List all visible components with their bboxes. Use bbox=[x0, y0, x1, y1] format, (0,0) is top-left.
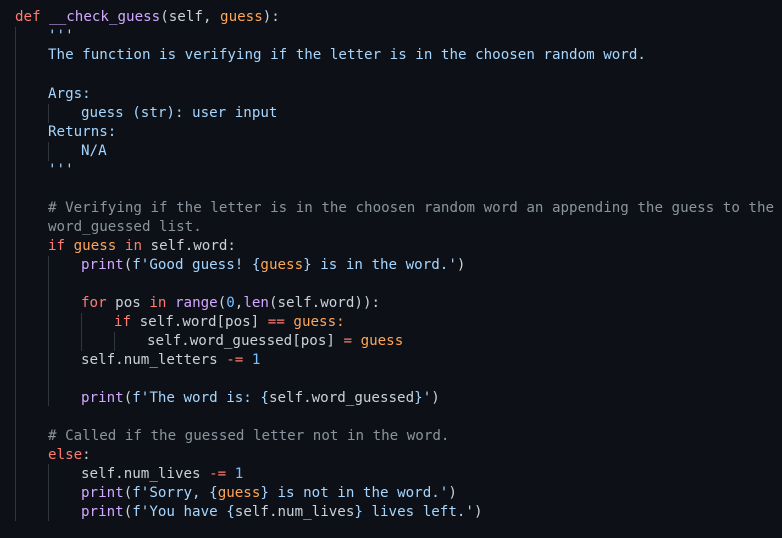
punctuation: ): bbox=[262, 9, 280, 25]
identifier: (self.word) bbox=[268, 295, 363, 311]
code-line: else: bbox=[48, 446, 91, 465]
string: { bbox=[226, 504, 235, 520]
docstring-args: Args: bbox=[48, 86, 91, 102]
identifier: pos bbox=[115, 295, 141, 311]
code-line: print(f'Good guess! {guess} is in the wo… bbox=[81, 256, 465, 275]
variable: guess bbox=[260, 257, 304, 273]
builtin: print bbox=[81, 485, 124, 501]
code-line: print(f'Sorry, {guess} is not in the wor… bbox=[81, 484, 457, 503]
punctuation: ( bbox=[217, 295, 227, 311]
keyword: if bbox=[114, 314, 132, 330]
string: { bbox=[260, 390, 269, 406]
comment: # Called if the guessed letter not in th… bbox=[48, 428, 450, 444]
string: is not in the word.' bbox=[268, 485, 449, 501]
builtin: len bbox=[243, 295, 269, 311]
keyword: else bbox=[48, 447, 83, 463]
punctuation: ): bbox=[362, 295, 381, 311]
operator: == bbox=[267, 314, 285, 330]
string: } bbox=[354, 504, 363, 520]
comment: # Verifying if the letter is in the choo… bbox=[48, 200, 775, 216]
code-line: self.word_guessed[pos] = guess bbox=[147, 332, 403, 351]
identifier: self.word[pos] bbox=[139, 314, 260, 330]
code-line: print(f'You have {self.num_lives} lives … bbox=[81, 503, 483, 522]
code-editor[interactable]: def __check_guess(self, guess): ''' The … bbox=[0, 0, 782, 538]
number: 1 bbox=[234, 466, 244, 482]
variable: guess bbox=[73, 238, 117, 254]
identifier: self.num_letters bbox=[81, 352, 218, 368]
identifier: self.word_guessed bbox=[268, 390, 415, 406]
number: 1 bbox=[251, 352, 261, 368]
punctuation: ( bbox=[123, 485, 133, 501]
docstring-line: The function is verifying if the letter … bbox=[48, 47, 646, 63]
docstring-arg-guess: guess (str): user input bbox=[81, 105, 278, 121]
string: } bbox=[303, 257, 312, 273]
string: } bbox=[260, 485, 269, 501]
punctuation: ( bbox=[160, 9, 169, 25]
docstring-returns: Returns: bbox=[48, 124, 117, 140]
variable: guess: bbox=[293, 314, 345, 330]
indent-guide bbox=[114, 332, 115, 351]
docstring-close: ''' bbox=[48, 162, 74, 178]
string: { bbox=[209, 485, 218, 501]
variable: guess bbox=[217, 485, 261, 501]
string: f'You have bbox=[132, 504, 227, 520]
function-name: __check_guess bbox=[49, 9, 161, 25]
identifier: self.word_guessed[pos] bbox=[147, 333, 335, 349]
keyword: def bbox=[15, 9, 41, 25]
docstring-open: ''' bbox=[48, 28, 74, 44]
keyword: for bbox=[81, 295, 107, 311]
indent-guide bbox=[48, 104, 49, 123]
builtin: print bbox=[81, 390, 124, 406]
indent-guide bbox=[48, 464, 49, 521]
punctuation: ( bbox=[123, 504, 133, 520]
indent-guide bbox=[15, 27, 16, 521]
code-line: def __check_guess(self, guess): bbox=[15, 8, 280, 27]
code-line: if self.word[pos] == guess: bbox=[114, 313, 345, 332]
docstring-na: N/A bbox=[81, 143, 107, 159]
indent-guide bbox=[48, 142, 49, 161]
punctuation: , bbox=[202, 9, 221, 25]
code-line: print(f'The word is: {self.word_guessed}… bbox=[81, 389, 440, 408]
self-param: self bbox=[168, 9, 203, 25]
operator: -= bbox=[209, 466, 227, 482]
punctuation: ( bbox=[123, 390, 133, 406]
string: ' bbox=[422, 390, 432, 406]
string: is in the word.' bbox=[311, 257, 457, 273]
builtin: range bbox=[174, 295, 218, 311]
code-line: for pos in range(0,len(self.word)): bbox=[81, 294, 380, 313]
punctuation: ( bbox=[123, 257, 133, 273]
keyword: if bbox=[48, 238, 66, 254]
string: f'The word is: bbox=[132, 390, 261, 406]
comment: word_guessed list. bbox=[48, 219, 202, 235]
punctuation: ) bbox=[473, 504, 483, 520]
string: } bbox=[414, 390, 423, 406]
code-line: if guess in self.word: bbox=[48, 237, 236, 256]
keyword: in bbox=[149, 295, 167, 311]
indent-guide bbox=[48, 256, 49, 406]
operator: = bbox=[343, 333, 353, 349]
string: lives left.' bbox=[362, 504, 474, 520]
keyword: in bbox=[124, 238, 142, 254]
punctuation: ) bbox=[448, 485, 457, 501]
code-line: self.num_letters -= 1 bbox=[81, 351, 260, 370]
string: f'Good guess! bbox=[132, 257, 252, 273]
string: f'Sorry, bbox=[132, 485, 210, 501]
identifier: self.word: bbox=[150, 238, 236, 254]
variable: guess bbox=[360, 333, 404, 349]
builtin: print bbox=[81, 257, 124, 273]
identifier: self.num_lives bbox=[234, 504, 355, 520]
punctuation: ) bbox=[431, 390, 440, 406]
number: 0 bbox=[226, 295, 235, 311]
punctuation: : bbox=[82, 447, 91, 463]
code-line: self.num_lives -= 1 bbox=[81, 465, 243, 484]
builtin: print bbox=[81, 504, 124, 520]
guess-param: guess bbox=[220, 9, 263, 25]
punctuation: ) bbox=[456, 257, 466, 273]
operator: -= bbox=[226, 352, 244, 368]
identifier: self.num_lives bbox=[81, 466, 201, 482]
indent-guide bbox=[81, 313, 82, 351]
